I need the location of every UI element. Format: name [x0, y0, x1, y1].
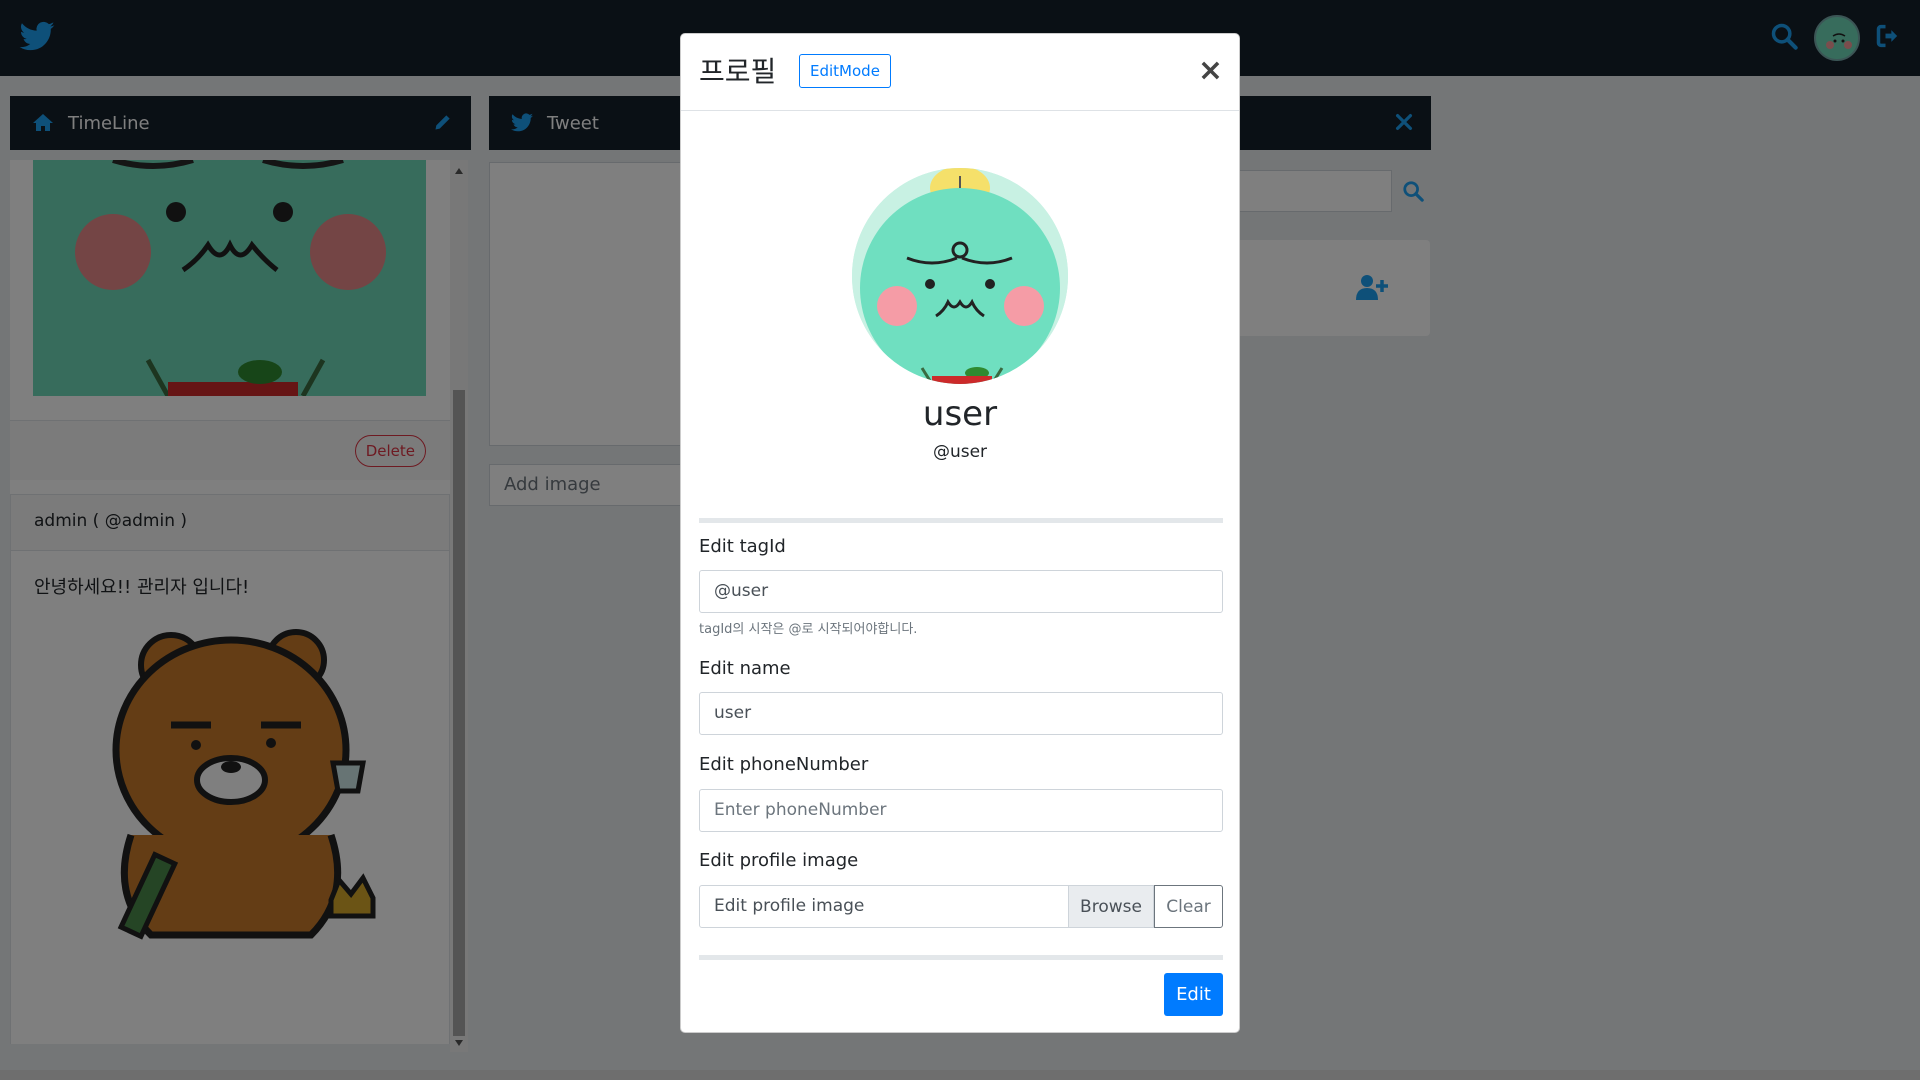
divider [699, 955, 1223, 960]
browse-button[interactable]: Browse [1068, 885, 1154, 928]
image-label: Edit profile image [699, 850, 859, 871]
edit-button[interactable]: Edit [1164, 973, 1223, 1016]
modal-header: 프로필 EditMode × [681, 34, 1239, 111]
clear-button[interactable]: Clear [1154, 885, 1223, 928]
avatar [852, 168, 1068, 384]
name-input[interactable]: user [699, 692, 1223, 735]
phone-label: Edit phoneNumber [699, 754, 869, 775]
divider [699, 518, 1223, 523]
modal-title: 프로필 [699, 55, 777, 88]
profile-image-input[interactable]: Edit profile image [699, 885, 1069, 928]
file-input-group: Edit profile image Browse Clear [699, 885, 1223, 928]
profile-tag: @user [932, 442, 988, 462]
phone-input[interactable]: Enter phoneNumber [699, 789, 1223, 832]
name-label: Edit name [699, 658, 791, 679]
profile-name: user [922, 394, 998, 434]
tagid-help: tagId의 시작은 @로 시작되어야합니다. [699, 622, 918, 637]
editmode-button[interactable]: EditMode [799, 54, 891, 88]
tagid-input[interactable]: @user [699, 570, 1223, 613]
profile-modal: 프로필 EditMode × user @user Edit tagId @us… [680, 33, 1240, 1033]
tagid-label: Edit tagId [699, 536, 786, 557]
close-icon[interactable]: × [1198, 56, 1223, 86]
